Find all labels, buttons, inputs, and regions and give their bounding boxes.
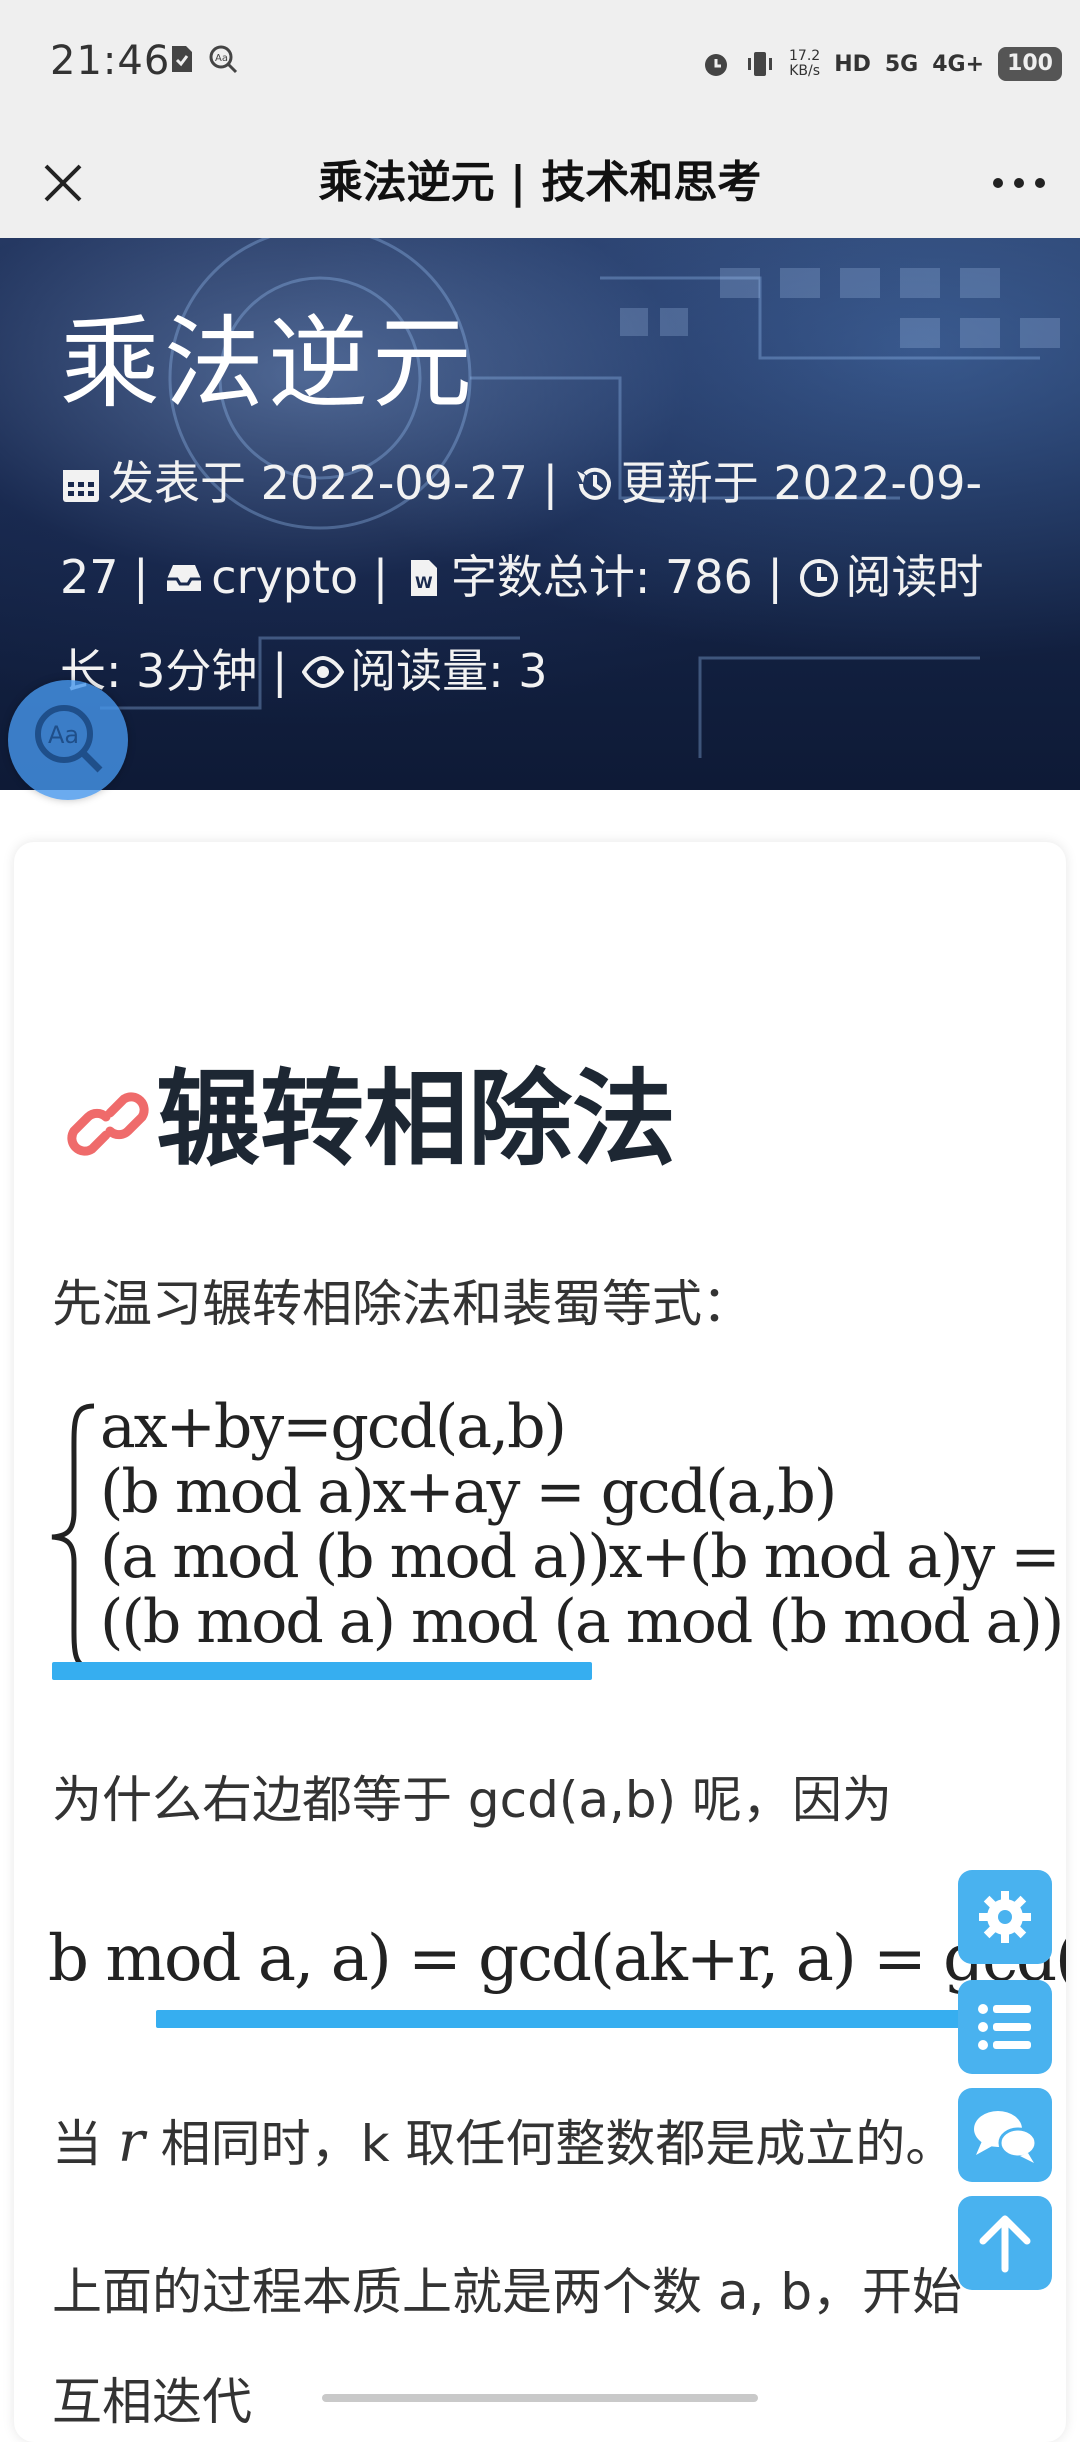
- status-bar: 21:46 Aa 17.2 KB/s HD 5G 4G+ 100: [0, 0, 1080, 128]
- inbox-folder-icon: [167, 565, 202, 591]
- toc-button[interactable]: [958, 1980, 1052, 2074]
- status-time: 21:46: [50, 38, 171, 84]
- settings-button[interactable]: [958, 1870, 1052, 1964]
- network-speed: 17.2 KB/s: [789, 49, 820, 79]
- settings-icon: [979, 1891, 1031, 1943]
- meta-separator: |: [272, 644, 288, 698]
- network-speed-unit: KB/s: [789, 63, 820, 79]
- home-indicator-bar[interactable]: [322, 2394, 758, 2402]
- close-icon[interactable]: [30, 150, 96, 216]
- section-heading: 辗转相除法: [66, 1034, 676, 1185]
- clock-icon: [799, 559, 838, 597]
- network-speed-value: 17.2: [789, 48, 821, 64]
- process-paragraph-2: 互相迭代: [52, 2373, 252, 2431]
- alarm-icon: [705, 54, 728, 76]
- comments-button[interactable]: [958, 2088, 1052, 2182]
- eye-icon: [302, 655, 345, 689]
- signal-5g: 5G: [884, 51, 919, 77]
- accessibility-icon: Aa: [209, 45, 238, 74]
- question-paragraph: 为什么右边都等于 gcd(a,b) 呢，因为: [52, 1771, 893, 1829]
- word-doc-icon: W: [410, 560, 437, 596]
- gcd-equation-scrollbar[interactable]: [156, 2010, 1028, 2028]
- intro-paragraph: 先温习辗转相除法和裴蜀等式：: [52, 1275, 752, 1333]
- battery-indicator: 100: [998, 47, 1062, 81]
- post-category-link[interactable]: crypto: [211, 550, 358, 604]
- equation-line-4: ((b mod a) mod (a mod (b mod a)))x+: [100, 1587, 1066, 1657]
- history-icon: [576, 467, 611, 500]
- page-title: 乘法逆元 | 技术和思考: [318, 157, 762, 208]
- meta-separator: |: [542, 456, 559, 510]
- equation-line-3: (a mod (b mod a))x+(b mod a)y = g: [100, 1522, 1066, 1592]
- more-dots-icon[interactable]: [986, 158, 1052, 208]
- published-date: 发表于 2022-09-27: [108, 456, 528, 510]
- vibrate-icon: [748, 52, 773, 76]
- svg-text:Aa: Aa: [48, 721, 79, 749]
- word-count: 字数总计: 786: [450, 550, 753, 604]
- meta-separator: |: [133, 550, 149, 604]
- equation-brace: [51, 1403, 95, 1671]
- post-hero-banner: 乘法逆元 发表于 2022-09-27 | 更新于 2022-09-27 | c…: [0, 238, 1080, 790]
- equation-line-1: ax+by=gcd(a,b): [100, 1392, 567, 1462]
- post-meta: 发表于 2022-09-27 | 更新于 2022-09-27 | crypto…: [60, 436, 1020, 718]
- svg-text:Aa: Aa: [215, 53, 228, 64]
- anchor-link-icon[interactable]: [66, 1083, 166, 1163]
- calendar-icon: [63, 470, 99, 502]
- section-heading-text: 辗转相除法: [156, 1058, 677, 1180]
- meta-separator: |: [767, 550, 783, 604]
- sim-card-icon: [172, 46, 192, 72]
- process-paragraph: 上面的过程本质上就是两个数 a, b，开始: [52, 2263, 963, 2321]
- hd-tag: HD: [834, 51, 871, 77]
- browser-title-bar: 乘法逆元 | 技术和思考: [0, 128, 1080, 239]
- back-to-top-button[interactable]: [958, 2196, 1052, 2290]
- when-text-pre: 当: [52, 2115, 118, 2173]
- when-paragraph: 当 r 相同时，k 取任何整数都是成立的。: [52, 2104, 955, 2176]
- article-card: 辗转相除法 先温习辗转相除法和裴蜀等式： ax+by=gcd(a,b) (b m…: [14, 842, 1066, 2442]
- view-count: 阅读量: 3: [350, 644, 548, 698]
- when-text-post: 相同时，k 取任何整数都是成立的。: [144, 2115, 956, 2173]
- when-variable: r: [117, 2110, 145, 2175]
- reader-zoom-icon: Aa: [35, 705, 103, 773]
- signal-4g: 4G+: [932, 51, 985, 77]
- svg-text:W: W: [415, 573, 433, 592]
- status-right-group: 17.2 KB/s HD 5G 4G+ 100: [701, 44, 1062, 84]
- equation-horizontal-scrollbar[interactable]: [52, 1662, 592, 1680]
- back-to-top-icon: [979, 2215, 1031, 2273]
- comments-icon: [974, 2111, 1038, 2163]
- reader-mode-button[interactable]: Aa: [8, 680, 128, 800]
- gcd-equation: b mod a, a) = gcd(ak+r, a) = gcd(r, a): [48, 1922, 1066, 1996]
- post-title: 乘法逆元: [60, 305, 476, 422]
- toc-list-icon: [978, 2004, 1031, 2050]
- meta-separator: |: [372, 550, 389, 604]
- equation-line-2: (b mod a)x+ay = gcd(a,b): [100, 1457, 837, 1527]
